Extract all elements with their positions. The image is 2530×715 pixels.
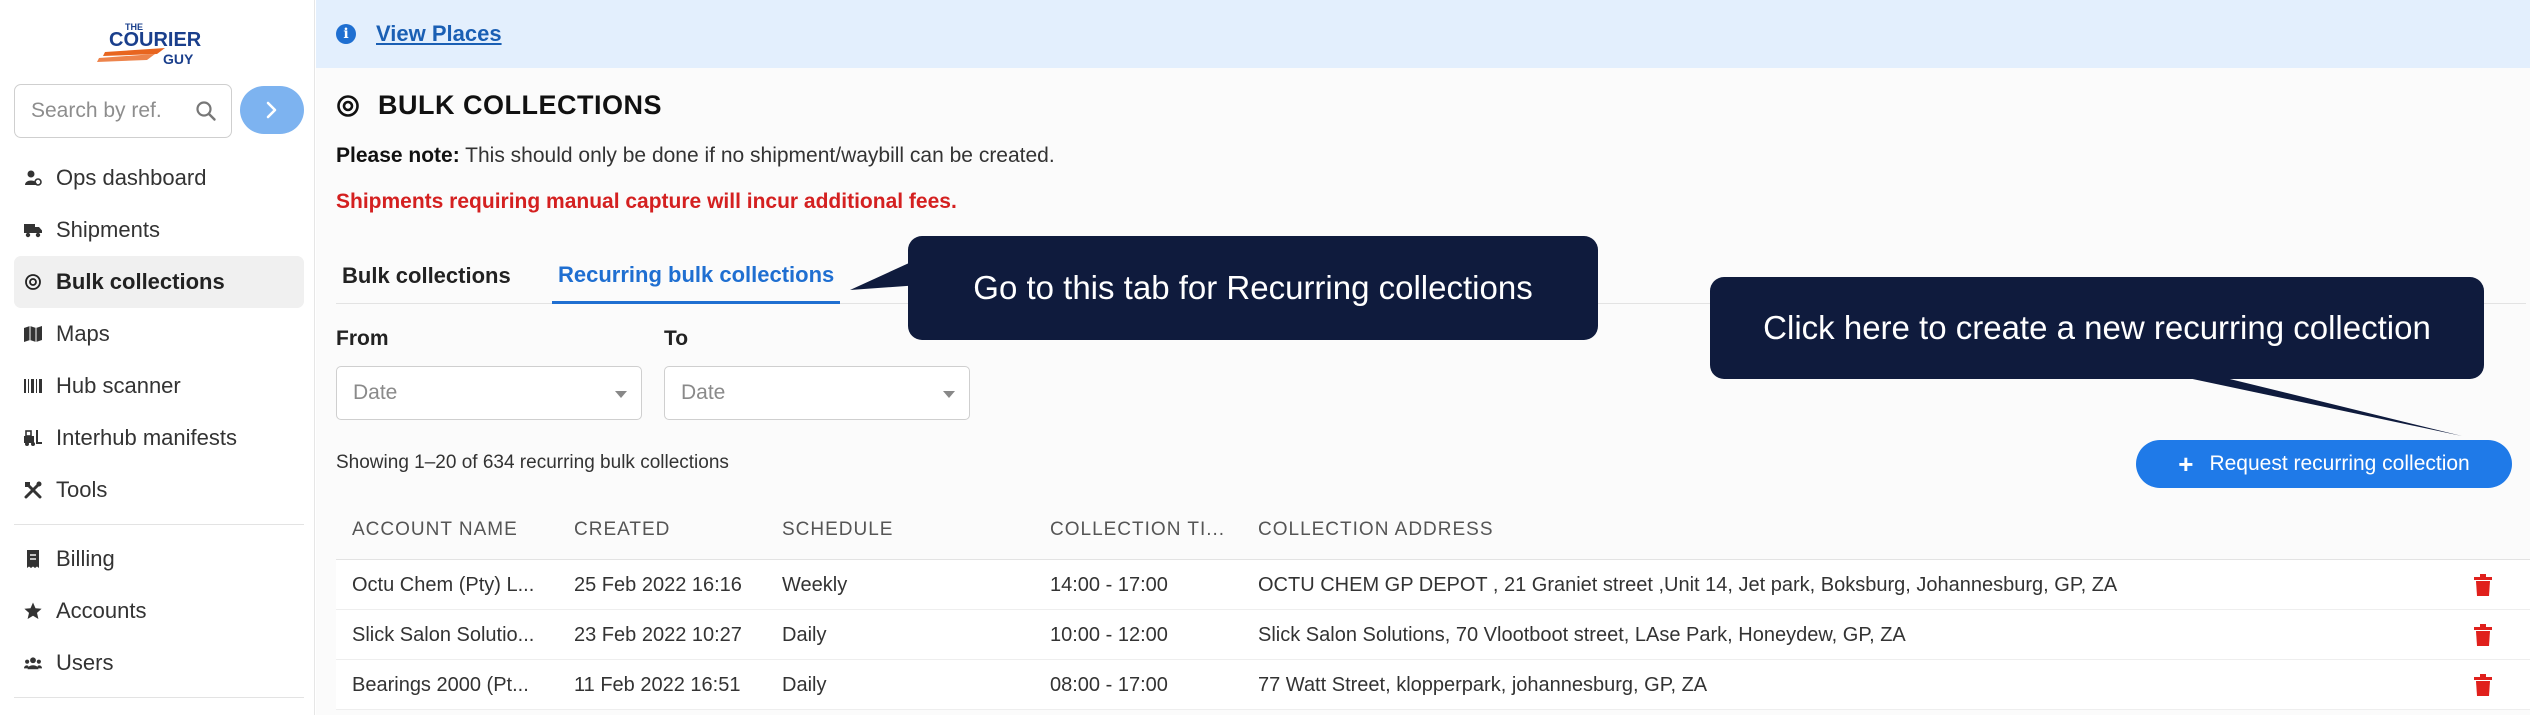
chevron-right-icon bbox=[266, 101, 277, 119]
page-header: BULK COLLECTIONS bbox=[336, 90, 662, 121]
sidebar-item-interhub-manifests[interactable]: Interhub manifests bbox=[14, 412, 304, 464]
cell-account-name: Bearings 2000 (Pt... bbox=[352, 673, 529, 696]
cell-created: 23 Feb 2022 10:27 bbox=[574, 623, 742, 646]
ops-dashboard-icon bbox=[24, 169, 42, 187]
sidebar-item-maps[interactable]: Maps bbox=[14, 308, 304, 360]
star-icon bbox=[24, 602, 42, 620]
column-header-collection-address[interactable]: COLLECTION ADDRESS bbox=[1258, 500, 1494, 560]
svg-text:GUY: GUY bbox=[163, 51, 194, 66]
cell-collection-time: 08:00 - 17:00 bbox=[1050, 673, 1168, 696]
search-icon[interactable] bbox=[195, 100, 217, 122]
sidebar-item-label: Billing bbox=[56, 546, 115, 571]
sidebar-item-users[interactable]: Users bbox=[14, 637, 304, 689]
cell-account-name: Octu Chem (Pty) L... bbox=[352, 573, 535, 596]
tab-recurring-bulk-collections[interactable]: Recurring bulk collections bbox=[552, 248, 841, 304]
sidebar-item-label: Users bbox=[56, 650, 114, 675]
to-date-placeholder: Date bbox=[681, 381, 726, 404]
to-date-select[interactable]: Date bbox=[664, 366, 970, 420]
sidebar-nav: Ops dashboard Shipments Bulk collections… bbox=[14, 152, 304, 689]
sidebar-item-label: Interhub manifests bbox=[56, 425, 237, 450]
cell-schedule: Weekly bbox=[782, 573, 848, 596]
sidebar-item-hub-scanner[interactable]: Hub scanner bbox=[14, 360, 304, 412]
info-banner: i View Places bbox=[316, 0, 2530, 68]
cell-collection-time: 14:00 - 17:00 bbox=[1050, 573, 1168, 596]
note-label: Please note: bbox=[336, 144, 460, 167]
sidebar-item-label: Ops dashboard bbox=[56, 165, 207, 190]
from-date-placeholder: Date bbox=[353, 381, 398, 404]
note-body: This should only be done if no shipment/… bbox=[459, 144, 1055, 167]
map-icon bbox=[24, 325, 42, 343]
callout-recurring-tab: Go to this tab for Recurring collections bbox=[908, 236, 1598, 340]
sidebar-item-label: Tools bbox=[56, 477, 108, 502]
delete-icon[interactable] bbox=[2474, 574, 2492, 596]
table-header: ACCOUNT NAME CREATED SCHEDULE COLLECTION… bbox=[336, 500, 2530, 560]
cell-collection-address: 77 Watt Street, klopperpark, johannesbur… bbox=[1258, 673, 1708, 696]
sidebar-item-label: Bulk collections bbox=[56, 269, 225, 294]
truck-icon bbox=[24, 221, 42, 239]
delete-icon[interactable] bbox=[2474, 624, 2492, 646]
cell-account-name: Slick Salon Solutio... bbox=[352, 623, 535, 646]
page-title: BULK COLLECTIONS bbox=[378, 90, 662, 120]
sidebar-item-label: Maps bbox=[56, 321, 110, 346]
delete-icon[interactable] bbox=[2474, 674, 2492, 696]
from-label: From bbox=[336, 327, 389, 350]
tools-icon bbox=[24, 481, 42, 499]
cell-schedule: Daily bbox=[782, 673, 827, 696]
callout-request-button: Click here to create a new recurring col… bbox=[1710, 277, 2484, 379]
request-button-label: Request recurring collection bbox=[2209, 452, 2470, 475]
forklift-icon bbox=[24, 429, 42, 447]
chevron-down-icon bbox=[615, 391, 627, 398]
sidebar-item-shipments[interactable]: Shipments bbox=[14, 204, 304, 256]
table-row[interactable]: Octu Chem (Pty) L... 25 Feb 2022 16:16 W… bbox=[336, 560, 2530, 610]
cell-schedule: Daily bbox=[782, 623, 827, 646]
from-date-select[interactable]: Date bbox=[336, 366, 642, 420]
cell-collection-address: OCTU CHEM GP DEPOT , 21 Graniet street ,… bbox=[1258, 573, 2118, 596]
courier-guy-logo[interactable]: THE COURIER GUY bbox=[95, 18, 235, 67]
sidebar-item-billing[interactable]: Billing bbox=[14, 533, 304, 585]
column-header-created[interactable]: CREATED bbox=[574, 500, 670, 560]
sidebar-item-ops-dashboard[interactable]: Ops dashboard bbox=[14, 152, 304, 204]
to-label: To bbox=[664, 327, 689, 350]
chevron-down-icon bbox=[943, 391, 955, 398]
cell-created: 11 Feb 2022 16:51 bbox=[574, 673, 741, 696]
sidebar-item-tools[interactable]: Tools bbox=[14, 464, 304, 516]
users-icon bbox=[24, 654, 42, 672]
tab-bulk-collections[interactable]: Bulk collections bbox=[336, 248, 517, 304]
sidebar-divider bbox=[14, 524, 304, 525]
column-header-collection-time[interactable]: COLLECTION TI... bbox=[1050, 500, 1225, 560]
svg-text:COURIER: COURIER bbox=[109, 29, 202, 51]
info-icon: i bbox=[336, 24, 356, 44]
sidebar: THE COURIER GUY Ops dashboard Shipments bbox=[0, 0, 315, 715]
cell-collection-address: Slick Salon Solutions, 70 Vlootboot stre… bbox=[1258, 623, 1906, 646]
sidebar-item-label: Accounts bbox=[56, 598, 147, 623]
manual-capture-warning: Shipments requiring manual capture will … bbox=[336, 190, 957, 213]
receipt-icon bbox=[24, 550, 42, 568]
sidebar-item-label: Shipments bbox=[56, 217, 160, 242]
column-header-schedule[interactable]: SCHEDULE bbox=[782, 500, 893, 560]
cell-collection-time: 10:00 - 12:00 bbox=[1050, 623, 1168, 646]
target-icon bbox=[24, 273, 42, 291]
table-row[interactable]: Bearings 2000 (Pt... 11 Feb 2022 16:51 D… bbox=[336, 660, 2530, 710]
recurring-collections-table: ACCOUNT NAME CREATED SCHEDULE COLLECTION… bbox=[336, 500, 2530, 710]
request-recurring-collection-button[interactable]: + Request recurring collection bbox=[2136, 440, 2512, 488]
table-row[interactable]: Slick Salon Solutio... 23 Feb 2022 10:27… bbox=[336, 610, 2530, 660]
sidebar-item-label: Hub scanner bbox=[56, 373, 181, 398]
search-input[interactable] bbox=[31, 99, 181, 123]
sidebar-item-bulk-collections[interactable]: Bulk collections bbox=[14, 256, 304, 308]
search-field[interactable] bbox=[14, 84, 232, 138]
sidebar-divider bbox=[14, 697, 304, 698]
cell-created: 25 Feb 2022 16:16 bbox=[574, 573, 742, 596]
barcode-icon bbox=[24, 377, 42, 395]
sidebar-item-accounts[interactable]: Accounts bbox=[14, 585, 304, 637]
please-note-text: Please note: This should only be done if… bbox=[336, 144, 1055, 168]
column-header-account-name[interactable]: ACCOUNT NAME bbox=[352, 500, 518, 560]
search-go-button[interactable] bbox=[240, 86, 304, 134]
plus-icon: + bbox=[2178, 448, 2194, 479]
target-icon bbox=[337, 94, 359, 117]
results-count: Showing 1–20 of 634 recurring bulk colle… bbox=[336, 452, 729, 473]
view-places-link[interactable]: View Places bbox=[376, 21, 502, 47]
